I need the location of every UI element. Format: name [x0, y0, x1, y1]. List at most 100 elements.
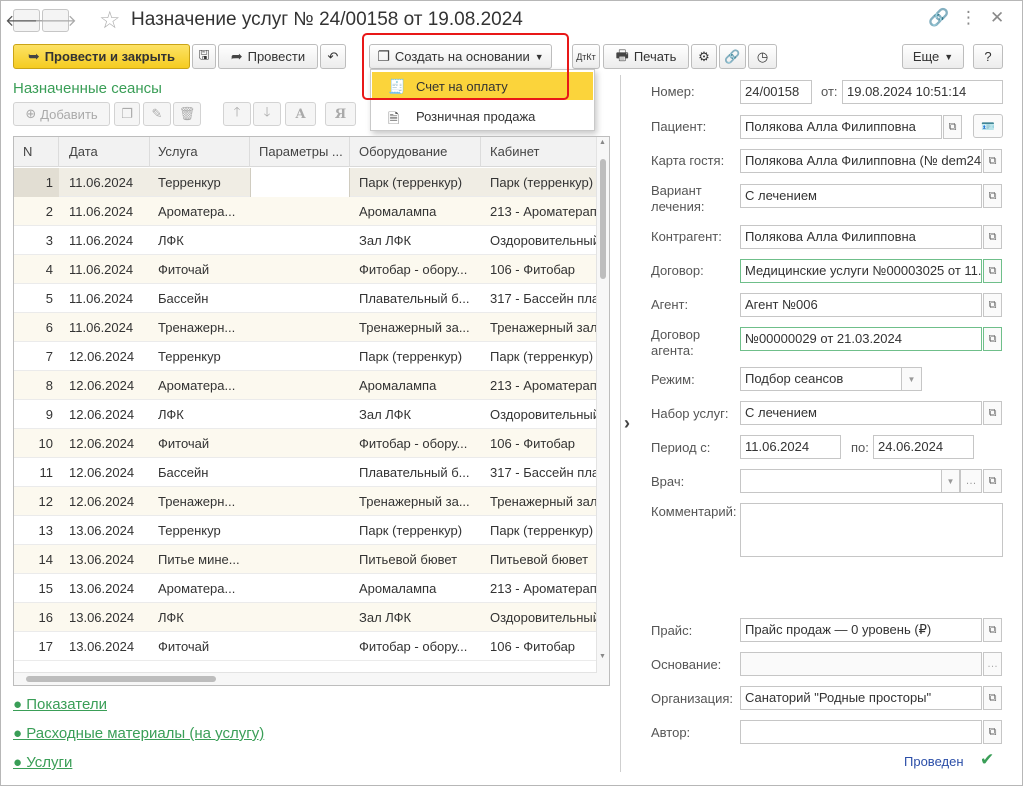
mode-select[interactable]: Подбор сеансов: [740, 367, 902, 391]
forward-button[interactable]: 🡒: [34, 9, 77, 32]
table-row[interactable]: 15 13.06.2024 Ароматера... Аромалампа 213 - …: [14, 574, 597, 603]
variant-field[interactable]: С лечением: [740, 184, 982, 208]
organization-open-button[interactable]: ⧉: [983, 686, 1002, 710]
cell-room: 106 - Фитобар: [490, 436, 576, 451]
contract-open-button[interactable]: ⧉: [983, 259, 1002, 283]
table-row[interactable]: 12 12.06.2024 Тренажерн... Тренажерный за..…: [14, 487, 597, 516]
col-service[interactable]: Услуга: [149, 137, 250, 167]
col-room[interactable]: Кабинет: [481, 137, 597, 167]
table-row[interactable]: 6 11.06.2024 Тренажерн... Тренажерный за...…: [14, 313, 597, 342]
table-row[interactable]: 7 12.06.2024 Терренкур Парк (терренкур) Парк…: [14, 342, 597, 371]
post-button[interactable]: ➦ Провести: [218, 44, 318, 69]
menu-item-retail-sale[interactable]: 🗎 Розничная продажа: [372, 102, 593, 130]
set-open-button[interactable]: ⧉: [983, 401, 1002, 425]
col-params[interactable]: Параметры ...: [250, 137, 350, 167]
delete-row-button[interactable]: 🗑: [173, 102, 201, 126]
edit-row-button[interactable]: ✎: [143, 102, 171, 126]
move-down-button[interactable]: 🡓: [253, 102, 281, 126]
scroll-up-icon[interactable]: ▲: [599, 139, 606, 146]
add-row-button[interactable]: ⊕ Добавить: [13, 102, 110, 126]
undo-post-button[interactable]: ↶: [320, 44, 346, 69]
table-row[interactable]: 8 12.06.2024 Ароматера... Аромалампа 213 - А…: [14, 371, 597, 400]
mode-dropdown-button[interactable]: ▼: [901, 367, 922, 391]
cell-n: 15: [38, 581, 53, 596]
post-and-close-button[interactable]: ➥ Провести и закрыть: [13, 44, 190, 69]
date-field[interactable]: 19.08.2024 10:51:14: [842, 80, 1003, 104]
vertical-scrollbar[interactable]: ▲ ▼: [596, 137, 609, 685]
move-up-button[interactable]: 🡑: [223, 102, 251, 126]
print-button[interactable]: 🖶 Печать: [603, 44, 689, 69]
basis-select-button[interactable]: …: [983, 652, 1002, 676]
basis-field[interactable]: [740, 652, 982, 676]
table-row[interactable]: 14 13.06.2024 Питье мине... Питьевой бювет П…: [14, 545, 597, 574]
service-set-field[interactable]: С лечением: [740, 401, 982, 425]
col-equipment[interactable]: Оборудование: [350, 137, 481, 167]
period-from-field[interactable]: 11.06.2024: [740, 435, 841, 459]
comment-field[interactable]: [740, 503, 1003, 557]
cell-service: Тренажерн...: [158, 494, 236, 509]
table-row[interactable]: 17 13.06.2024 Фиточай Фитобар - обору... 106…: [14, 632, 597, 661]
collapse-chevron-icon[interactable]: ›: [624, 413, 630, 434]
table-row[interactable]: 11 12.06.2024 Бассейн Плавательный б... 317 …: [14, 458, 597, 487]
table-row[interactable]: 1 11.06.2024 Терренкур Парк (терренкур) Парк…: [14, 168, 597, 197]
open-icon: ⧉: [988, 623, 997, 636]
patient-field[interactable]: Полякова Алла Филипповна: [740, 115, 942, 139]
favorite-star-icon[interactable]: ☆: [99, 6, 121, 35]
table-row[interactable]: 5 11.06.2024 Бассейн Плавательный б... 317 -…: [14, 284, 597, 313]
save-button[interactable]: 🖫: [192, 44, 216, 69]
movements-button[interactable]: ДтКт: [572, 44, 600, 69]
contractor-open-button[interactable]: ⧉: [983, 225, 1002, 249]
number-field[interactable]: 24/00158: [740, 80, 812, 104]
horizontal-scroll-thumb[interactable]: [26, 676, 216, 682]
copy-row-button[interactable]: ❐: [114, 102, 140, 126]
card-open-button[interactable]: ⧉: [983, 149, 1002, 173]
link-materials[interactable]: ● Расходные материалы (на услугу): [13, 725, 264, 742]
table-row[interactable]: 10 12.06.2024 Фиточай Фитобар - обору... 106…: [14, 429, 597, 458]
sort-desc-button[interactable]: Я: [325, 102, 356, 126]
history-button[interactable]: ◷: [748, 44, 777, 69]
agent-open-button[interactable]: ⧉: [983, 293, 1002, 317]
price-open-button[interactable]: ⧉: [983, 618, 1002, 642]
agent-field[interactable]: Агент №006: [740, 293, 982, 317]
variant-open-button[interactable]: ⧉: [983, 184, 1002, 208]
doctor-open-button[interactable]: ⧉: [983, 469, 1002, 493]
agent-contract-open-button[interactable]: ⧉: [983, 327, 1002, 351]
table-row[interactable]: 4 11.06.2024 Фиточай Фитобар - обору... 106 …: [14, 255, 597, 284]
price-field[interactable]: Прайс продаж — 0 уровень (₽): [740, 618, 982, 642]
help-button[interactable]: ?: [973, 44, 1003, 69]
sort-asc-button[interactable]: A: [285, 102, 316, 126]
patient-open-button[interactable]: ⧉: [943, 115, 962, 139]
cell-date: 12.06.2024: [69, 407, 135, 422]
table-row[interactable]: 16 13.06.2024 ЛФК Зал ЛФК Оздоровительный: [14, 603, 597, 632]
table-row[interactable]: 3 11.06.2024 ЛФК Зал ЛФК Оздоровительный: [14, 226, 597, 255]
contractor-field[interactable]: Полякова Алла Филипповна: [740, 225, 982, 249]
doctor-dropdown-button[interactable]: ▼: [941, 469, 960, 493]
more-icon[interactable]: ⋮: [960, 8, 977, 28]
vertical-scroll-thumb[interactable]: [600, 159, 606, 279]
horizontal-scrollbar[interactable]: [14, 672, 597, 685]
author-open-button[interactable]: ⧉: [983, 720, 1002, 744]
open-icon: ⧉: [988, 725, 997, 738]
doctor-select-button[interactable]: …: [960, 469, 982, 493]
author-field[interactable]: [740, 720, 982, 744]
table-row[interactable]: 9 12.06.2024 ЛФК Зал ЛФК Оздоровительный: [14, 400, 597, 429]
scroll-down-icon[interactable]: ▼: [599, 653, 606, 660]
link-button[interactable]: 🔗: [719, 44, 746, 69]
link-icon[interactable]: 🔗: [928, 8, 949, 28]
settings-button[interactable]: ⚙: [691, 44, 717, 69]
col-date[interactable]: Дата: [60, 137, 150, 167]
doctor-field[interactable]: [740, 469, 942, 493]
link-indicators[interactable]: ● Показатели: [13, 696, 107, 713]
guest-card-field[interactable]: Полякова Алла Филипповна (№ dem24: [740, 149, 982, 173]
table-row[interactable]: 2 11.06.2024 Ароматера... Аромалампа 213 - А…: [14, 197, 597, 226]
agent-contract-field[interactable]: №00000029 от 21.03.2024: [740, 327, 982, 351]
table-row[interactable]: 13 13.06.2024 Терренкур Парк (терренкур) Пар…: [14, 516, 597, 545]
close-icon[interactable]: ✕: [990, 8, 1004, 28]
period-to-field[interactable]: 24.06.2024: [873, 435, 974, 459]
organization-field[interactable]: Санаторий "Родные просторы": [740, 686, 982, 710]
contract-field[interactable]: Медицинские услуги №00003025 от 11.: [740, 259, 982, 283]
link-services[interactable]: ● Услуги: [13, 754, 72, 771]
more-button[interactable]: Еще ▼: [902, 44, 964, 69]
col-n[interactable]: N: [14, 137, 59, 167]
patient-card-button[interactable]: 🪪: [973, 114, 1003, 138]
